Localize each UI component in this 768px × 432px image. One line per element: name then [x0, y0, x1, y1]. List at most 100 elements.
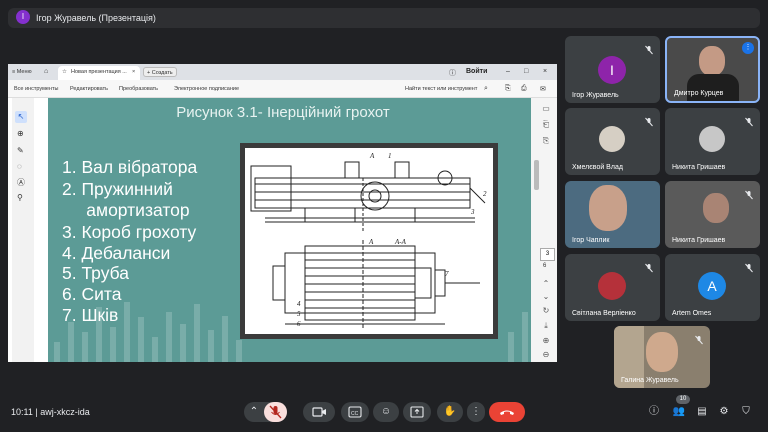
speaking-icon: ⋮	[742, 42, 754, 54]
mic-muted-icon	[744, 114, 754, 127]
slide-list-item: 1. Вал вібратора	[62, 157, 198, 177]
page-up-icon[interactable]: ⌃	[541, 279, 551, 289]
participant-name: Хмелєвой Влад	[572, 164, 623, 171]
print-icon[interactable]: ⎙	[521, 85, 527, 93]
participant-body	[687, 74, 739, 101]
participant-tile[interactable]: І Ігор Журавель	[565, 36, 660, 103]
camera-button[interactable]	[303, 402, 335, 422]
drawing-label: 3	[470, 208, 475, 216]
chat-button[interactable]: ▤	[694, 402, 710, 422]
emoji-icon: ☺	[380, 406, 392, 417]
raise-hand-button[interactable]: ✋	[437, 402, 463, 422]
zoom-in-icon[interactable]: ⊕	[541, 336, 551, 346]
mic-options-chevron-icon[interactable]: ⌃	[246, 402, 262, 422]
participant-name: Никита Гришаев	[672, 164, 726, 171]
participant-name: Галина Журавель	[621, 377, 679, 384]
scrollbar-thumb[interactable]	[534, 160, 539, 190]
drawing-label: 7	[445, 270, 449, 278]
host-controls-button[interactable]: ⛉	[738, 402, 754, 422]
participant-name: Ігор Чаплик	[572, 237, 610, 244]
comment-icon[interactable]: ▭	[541, 104, 551, 114]
time-text: 10:11	[11, 407, 33, 417]
participant-tile[interactable]: Никита Гришаев	[665, 108, 760, 175]
toolbar-esign[interactable]: Электронное подписание	[174, 86, 239, 92]
stamp-tool-icon[interactable]: ⚲	[17, 193, 23, 202]
captions-icon: CC	[348, 406, 362, 418]
toolbar-all-tools[interactable]: Все инструменты	[14, 86, 58, 92]
meeting-code: awj-xkcz-ida	[40, 407, 90, 417]
people-button[interactable]: 👥	[670, 402, 688, 422]
info-icon: ⓘ	[649, 406, 659, 417]
activities-button[interactable]: ⚙	[716, 402, 732, 422]
participant-tile[interactable]: Ігор Чаплик	[565, 181, 660, 248]
download-icon[interactable]: ⤓	[541, 321, 551, 331]
slide-list-item: амортизатор	[62, 200, 190, 220]
help-icon[interactable]: ⓘ	[449, 68, 456, 78]
participant-name: Artem Omes	[672, 310, 712, 317]
home-icon[interactable]: ⌂	[44, 68, 48, 75]
save-icon[interactable]: ⎘	[505, 85, 511, 93]
reactions-button[interactable]: ☺	[373, 402, 399, 422]
create-button[interactable]: + Создать	[143, 67, 177, 77]
time-separator: |	[35, 407, 38, 417]
bookmark-icon[interactable]: ⎗	[541, 120, 551, 130]
mic-toggle-button[interactable]	[264, 402, 287, 422]
mic-muted-icon	[694, 332, 704, 345]
participant-tile[interactable]: A Artem Omes	[665, 254, 760, 321]
menu-button[interactable]: ≡ Меню	[12, 69, 32, 75]
search-icon[interactable]: ⌕	[484, 85, 488, 93]
slide-list-item: 7. Шків	[62, 305, 119, 325]
zoom-out-icon[interactable]: ⊖	[541, 350, 551, 360]
drawing-label: 4	[297, 300, 301, 308]
participant-avatar: A	[698, 272, 726, 300]
meeting-info-button[interactable]: ⓘ	[646, 402, 662, 422]
page-total: 6	[543, 263, 547, 269]
attach-icon[interactable]: ⎘	[541, 136, 551, 146]
mic-muted-icon	[644, 260, 654, 273]
slide-list-item: 6. Сита	[62, 284, 122, 304]
more-vert-icon: ⋮	[471, 406, 481, 417]
close-window-icon[interactable]: ×	[543, 68, 547, 75]
participant-tile-active[interactable]: ⋮ Дмитро Курцев	[665, 36, 760, 103]
login-button[interactable]: Войти	[466, 68, 487, 75]
mic-muted-icon	[644, 42, 654, 55]
zoom-tool-icon[interactable]: ⊕	[17, 129, 24, 138]
svg-text:CC: CC	[351, 411, 359, 417]
minimize-icon[interactable]: –	[506, 68, 510, 75]
shapes-icon: ⚙	[719, 406, 729, 417]
create-label: Создать	[151, 70, 173, 76]
meeting-time: 10:11 | awj-xkcz-ida	[11, 407, 90, 417]
presentation-title: Ігор Журавель (Презентація)	[36, 13, 156, 23]
tab-close-icon[interactable]: ×	[132, 69, 135, 75]
page-down-icon[interactable]: ⌄	[541, 292, 551, 302]
lasso-tool-icon[interactable]: ◌	[17, 162, 22, 171]
present-screen-icon	[410, 406, 424, 418]
mail-icon[interactable]: ✉	[540, 85, 546, 93]
toolbar-convert[interactable]: Преобразовать	[119, 86, 158, 92]
people-count-badge: 10	[676, 395, 690, 404]
refresh-icon[interactable]: ↻	[541, 306, 551, 316]
drawing-label: 6	[297, 320, 301, 328]
more-options-button[interactable]: ⋮	[467, 402, 485, 422]
participant-tile[interactable]: Никита Гришаев	[665, 181, 760, 248]
participant-tile[interactable]: Світлана Верліенко	[565, 254, 660, 321]
toolbar-edit[interactable]: Редактировать	[70, 86, 108, 92]
present-button[interactable]	[403, 402, 431, 422]
screen-drawing-figure: А 1 2 3 А-А А 4 5 6 7	[240, 143, 498, 339]
participant-tile[interactable]: Хмелєвой Влад	[565, 108, 660, 175]
page-number-field[interactable]: 3	[540, 248, 555, 261]
tab-label: Новая презентация ...	[71, 69, 127, 75]
pen-tool-icon[interactable]: ✎	[17, 146, 24, 155]
select-tool-icon[interactable]: ↖	[15, 111, 27, 123]
menu-label: Меню	[16, 69, 32, 75]
maximize-icon[interactable]: □	[524, 68, 528, 75]
people-icon: 👥	[672, 406, 686, 417]
chat-icon: ▤	[697, 406, 707, 417]
text-tool-icon[interactable]: Ⓐ	[17, 177, 25, 188]
self-view-tile[interactable]: Галина Журавель	[614, 326, 710, 388]
leave-call-button[interactable]	[489, 402, 525, 422]
search-tools[interactable]: Найти текст или инструмент	[405, 86, 477, 92]
hang-up-icon	[500, 410, 514, 415]
self-view-video	[646, 332, 678, 372]
captions-button[interactable]: CC	[341, 402, 369, 422]
